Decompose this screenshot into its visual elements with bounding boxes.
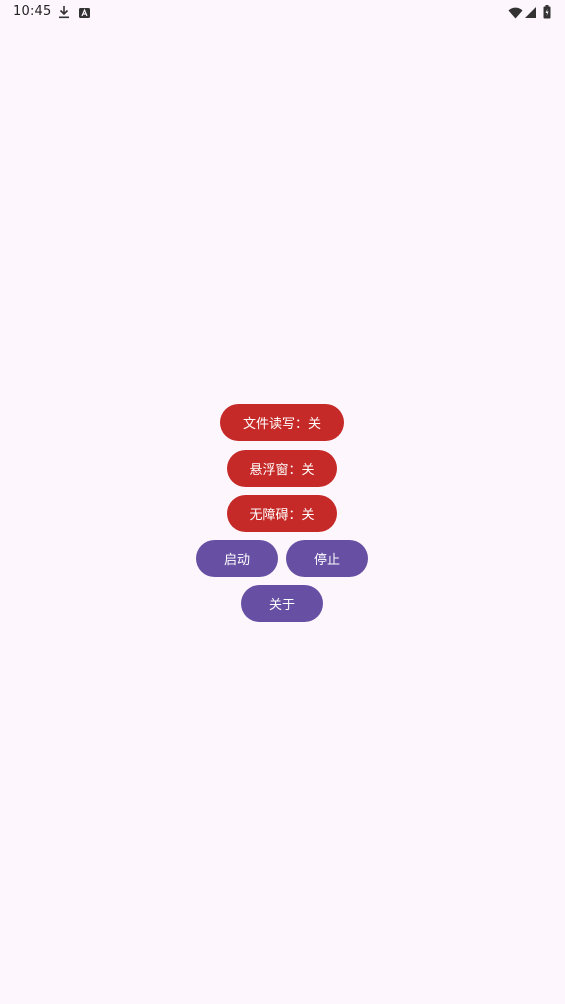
signal-icon xyxy=(524,4,537,23)
battery-icon xyxy=(543,4,551,23)
download-icon xyxy=(58,4,70,23)
accessibility-toggle-button[interactable]: 无障碍：关 xyxy=(227,495,337,532)
floating-window-toggle-button[interactable]: 悬浮窗：关 xyxy=(227,450,337,487)
file-read-write-toggle-button[interactable]: 文件读写：关 xyxy=(220,404,344,441)
accessibility-a-icon xyxy=(79,4,90,23)
about-button[interactable]: 关于 xyxy=(241,585,323,622)
stop-button[interactable]: 停止 xyxy=(286,540,368,577)
start-button[interactable]: 启动 xyxy=(196,540,278,577)
status-bar: 10:45 xyxy=(0,0,565,24)
wifi-icon xyxy=(508,4,523,23)
status-time: 10:45 xyxy=(13,4,52,19)
